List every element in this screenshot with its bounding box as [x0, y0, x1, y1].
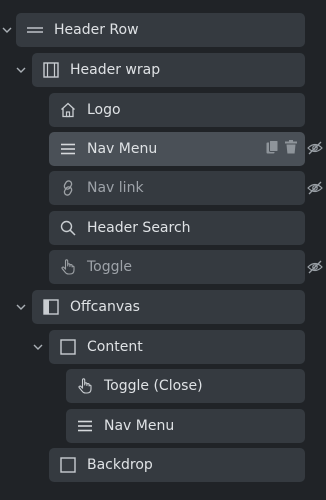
tree-node-content[interactable]: Content: [49, 330, 305, 364]
hand-pointer-icon: [74, 375, 96, 397]
menu-icon: [74, 415, 96, 437]
search-icon: [57, 217, 79, 239]
tree-node-label: Backdrop: [87, 457, 153, 473]
tree-node-label: Toggle: [87, 259, 133, 275]
chevron-down-icon[interactable]: [0, 23, 14, 37]
eye-slash-icon[interactable]: [306, 258, 324, 276]
eye-slash-icon[interactable]: [306, 139, 324, 157]
tree-node-header-search[interactable]: Header Search: [49, 211, 305, 245]
square-icon: [57, 454, 79, 476]
tree-node-offcanvas[interactable]: Offcanvas: [32, 290, 305, 324]
chevron-down-icon[interactable]: [31, 340, 45, 354]
tree-node-nav-menu[interactable]: Nav Menu: [66, 409, 305, 443]
menu-icon: [57, 138, 79, 160]
tree-node-label: Nav Menu: [87, 141, 158, 157]
tree-node-label: Logo: [87, 102, 121, 118]
tree-node-toggle[interactable]: Toggle: [49, 250, 305, 284]
tree-node-label: Offcanvas: [70, 299, 140, 315]
trash-icon[interactable]: [285, 140, 297, 158]
offcanvas-icon: [40, 296, 62, 318]
tree-node-header-wrap[interactable]: Header wrap: [32, 53, 305, 87]
tree-node-label: Content: [87, 339, 143, 355]
tree-node-label: Header Search: [87, 220, 191, 236]
tree-node-label: Header wrap: [70, 62, 161, 78]
node-actions: [266, 140, 297, 158]
tree-node-label: Nav Menu: [104, 418, 175, 434]
chevron-down-icon[interactable]: [14, 63, 28, 77]
tree-node-label: Nav link: [87, 180, 144, 196]
link-icon: [57, 177, 79, 199]
tree-node-label: Header Row: [54, 22, 139, 38]
chevron-down-icon[interactable]: [14, 300, 28, 314]
eye-slash-icon[interactable]: [306, 179, 324, 197]
tree-node-header-row[interactable]: Header Row: [16, 13, 305, 47]
tree-node-label: Toggle (Close): [104, 378, 203, 394]
section-lines-icon: [24, 19, 46, 41]
hand-pointer-icon: [57, 256, 79, 278]
square-icon: [57, 336, 79, 358]
home-icon: [57, 99, 79, 121]
tree-node-nav-menu[interactable]: Nav Menu: [49, 132, 305, 166]
structure-tree: Header Row Header wrap Logo Nav Menu Nav…: [0, 0, 326, 500]
tree-node-backdrop[interactable]: Backdrop: [49, 448, 305, 482]
duplicate-icon[interactable]: [266, 140, 279, 158]
tree-node-nav-link[interactable]: Nav link: [49, 171, 305, 205]
tree-node-toggle-close[interactable]: Toggle (Close): [66, 369, 305, 403]
tree-node-logo[interactable]: Logo: [49, 93, 305, 127]
container-icon: [40, 59, 62, 81]
